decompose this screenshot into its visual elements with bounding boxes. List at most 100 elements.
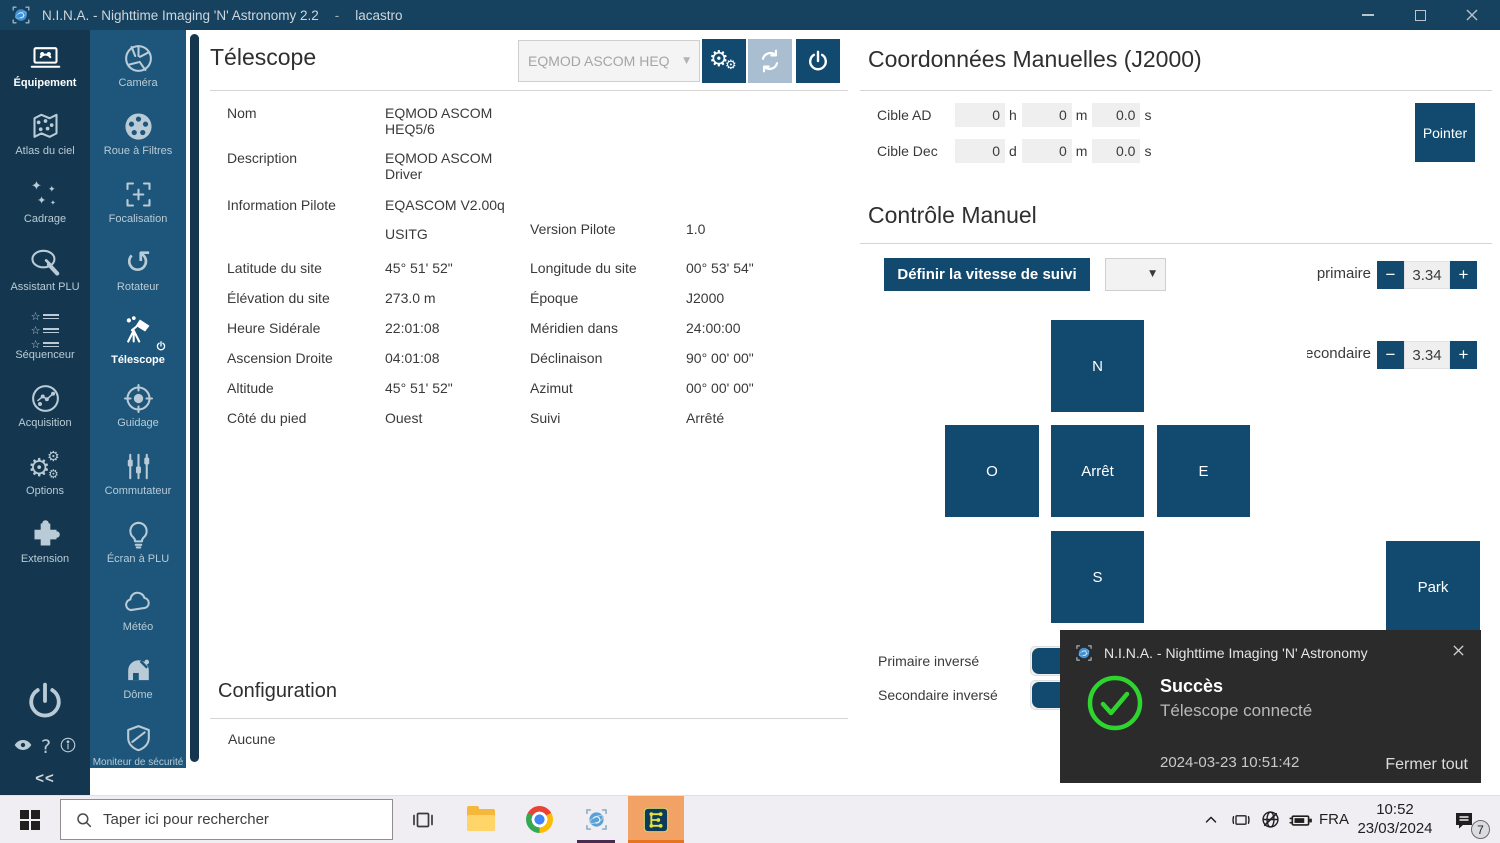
divider [860,90,1492,91]
sidebar-item-guidage[interactable]: Guidage [90,382,186,429]
tray-display-button[interactable] [1228,796,1254,843]
task-view-button[interactable] [400,796,446,843]
sidebar-secondary: Caméra Roue à Filtres Focalisation ↺ Rot… [90,30,186,768]
sidebar-item-assistant-plu[interactable]: Assistant PLU [0,246,90,293]
ra-minutes-input[interactable] [1021,103,1072,127]
sidebar-item-dome[interactable]: Dôme [90,654,186,701]
configuration-empty-text: Aucune [228,731,276,747]
ra-hours-input[interactable] [955,103,1005,127]
info-label: Nom [227,105,257,121]
info-value: EQMOD ASCOM HEQ5/6 [385,105,493,137]
park-button[interactable]: Park [1386,541,1480,633]
nina-taskbar-button[interactable] [572,796,620,843]
sidebar-item-roue-a-filtres[interactable]: Roue à Filtres [90,110,186,157]
move-east-button[interactable]: E [1157,425,1250,517]
move-west-button[interactable]: O [945,425,1039,517]
toast-message: Télescope connecté [1160,701,1313,720]
sidebar-item-commutateur[interactable]: Commutateur [90,450,186,497]
sidebar-item-telescope[interactable]: Télescope [90,314,186,366]
tracking-rate-select[interactable]: ▼ [1105,258,1166,291]
sidebar-scrollbar[interactable] [190,34,199,762]
info-label: Description [227,150,298,166]
sidebar-item-acquisition[interactable]: Acquisition [0,382,90,429]
minimize-button[interactable] [1360,7,1376,23]
disconnect-all-button[interactable] [0,678,90,724]
dec-degrees-input[interactable] [955,139,1005,163]
night-mode-button[interactable] [13,738,33,757]
tray-clock[interactable]: 10:52 23/03/2024 [1352,796,1438,843]
window-controls [1360,7,1480,23]
move-south-button[interactable]: S [1051,531,1144,623]
sidebar-item-extension[interactable]: Extension [0,518,90,565]
secondary-rate-decrease-button[interactable]: − [1377,341,1404,369]
sidebar-item-focalisation[interactable]: Focalisation [90,178,186,225]
start-button[interactable] [0,796,60,843]
sky-atlas-icon [32,113,58,138]
secondary-reversed-label: Secondaire inversé [878,687,998,703]
chrome-icon [525,806,553,833]
device-select[interactable]: EQMOD ASCOM HEQ ▼ [518,40,700,82]
device-settings-button[interactable]: ⚙ ⚙ [702,39,746,83]
dec-seconds-input[interactable] [1092,139,1141,163]
guider-icon [123,383,153,414]
sidebar-item-equipement[interactable]: Équipement [0,42,90,89]
sidebar-item-meteo[interactable]: Météo [90,586,186,633]
eqmod-taskbar-button[interactable] [628,796,684,843]
chrome-button[interactable] [516,796,562,843]
power-icon [29,682,61,718]
rescan-devices-button[interactable] [748,39,792,83]
sidebar-item-options[interactable]: ⚙ ⚙ ⚙ Options [0,450,90,497]
toast-status: Succès [1160,676,1224,696]
sidebar-item-label: Moniteur de sécurité [92,757,184,768]
secondary-rate-input[interactable] [1404,341,1450,369]
disconnect-telescope-button[interactable] [796,39,840,83]
tray-network-button[interactable] [1256,796,1284,843]
camera-icon [124,45,152,72]
about-button[interactable] [59,736,77,759]
page-title: Télescope [210,44,317,70]
chevron-down-icon: ▼ [683,55,690,66]
file-explorer-button[interactable] [458,796,504,843]
sidebar-item-ecran-a-plu[interactable]: Écran à PLU [90,518,186,565]
sidebar-item-camera[interactable]: Caméra [90,42,186,89]
nina-logo-icon [12,6,30,24]
search-input[interactable] [103,811,392,828]
taskbar-search[interactable] [60,799,393,840]
dec-minutes-input[interactable] [1021,139,1072,163]
table-row: Description EQMOD ASCOM Driver [227,150,867,197]
primary-rate-increase-button[interactable]: + [1450,261,1477,289]
move-north-button[interactable]: N [1051,320,1144,412]
slew-button[interactable]: Pointer [1415,103,1475,162]
toast-close-all-button[interactable]: Fermer tout [1385,756,1468,774]
secondary-rate-increase-button[interactable]: + [1450,341,1477,369]
sidebar-item-cadrage[interactable]: ✦ ✦ ✦ ✦ Cadrage [0,178,90,225]
help-button[interactable]: ? [41,737,51,757]
tray-battery-button[interactable] [1286,796,1316,843]
sidebar-item-moniteur-de-securite[interactable]: Moniteur de sécurité [90,722,186,768]
info-label: Ascension Droite [227,350,333,366]
plus-icon: + [1458,265,1469,284]
tray-expand-button[interactable] [1198,796,1224,843]
tray-language-button[interactable]: FRA [1316,796,1352,843]
ra-seconds-input[interactable] [1092,103,1141,127]
weather-cloud-icon [124,591,150,612]
close-button[interactable] [1464,7,1480,23]
display-connect-icon [1232,814,1250,825]
unit-label: h [1009,107,1017,123]
sidebar-item-sequenceur[interactable]: ☆ ☆ ☆ Séquenceur [0,311,90,361]
maximize-button[interactable] [1412,7,1428,23]
primary-rate-decrease-button[interactable]: − [1377,261,1404,289]
primary-rate-input[interactable] [1404,261,1450,289]
set-tracking-rate-button[interactable]: Définir la vitesse de suivi [884,258,1090,291]
unit-label: m [1075,143,1088,159]
folder-icon [467,805,495,831]
toast-close-button[interactable] [1452,644,1465,662]
primary-reversed-label: Primaire inversé [878,653,980,669]
action-center-button[interactable]: 7 [1444,796,1490,843]
sidebar-item-rotateur[interactable]: ↺ Rotateur [90,246,186,293]
sidebar-item-atlas-du-ciel[interactable]: Atlas du ciel [0,110,90,157]
stop-motion-button[interactable]: Arrêt [1051,425,1144,517]
sidebar-collapse-button[interactable]: << [0,770,90,787]
refresh-icon [761,49,779,73]
target-dec-label: Cible Dec [877,143,938,159]
